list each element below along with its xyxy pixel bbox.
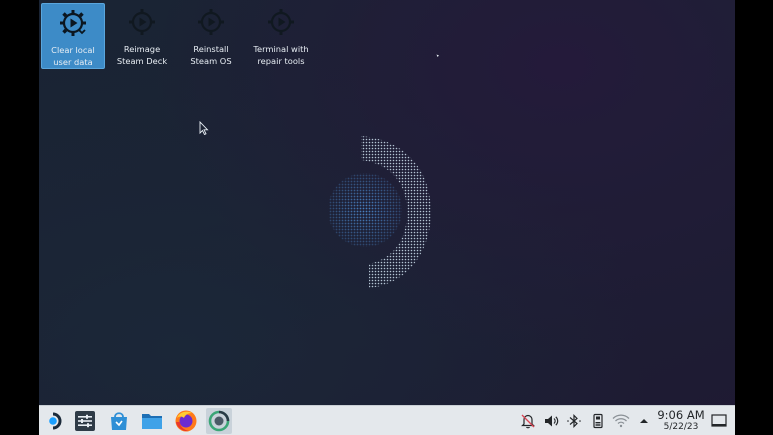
clock-date: 5/22/23 [663,422,699,432]
desktop-icon-reinstall-steam-os[interactable]: Reinstall Steam OS [179,3,243,69]
storage-icon [593,413,603,429]
left-letterbox [0,0,39,435]
volume-icon [545,415,559,427]
desktop-icon-clear-local-user-data[interactable]: Clear local user data [41,3,105,69]
steam-deck-logo-icon [49,412,62,430]
tray-notifications[interactable] [519,412,537,430]
taskbar-recovery-tool[interactable] [206,408,232,434]
desktop-icon-label: Clear local user data [51,45,95,67]
taskbar-firefox[interactable] [173,408,199,434]
desktop-icon-terminal-with-repair-tools[interactable]: Terminal with repair tools [249,3,313,69]
desktop-icon-label: Reimage Steam Deck [116,44,168,66]
application-launcher-button[interactable] [42,408,68,434]
taskbar-discover-store[interactable] [106,408,132,434]
tray-wifi[interactable] [612,412,630,430]
discover-store-icon [111,412,127,430]
file-manager-icon [142,414,162,429]
bluetooth-icon [567,414,581,428]
desktop-icon-label: Reinstall Steam OS [190,44,232,66]
recovery-gear-icon [129,9,155,35]
taskbar-system-settings[interactable] [72,408,98,434]
recovery-tool-icon [208,410,230,432]
desktop-icon-reimage-steam-deck[interactable]: Reimage Steam Deck [110,3,174,69]
recovery-gear-icon [198,9,224,35]
taskbar: 9:06 AM 5/22/23 [39,405,735,435]
system-settings-icon [75,411,95,431]
mouse-cursor-dot-icon [436,54,439,57]
show-desktop-button[interactable] [710,412,728,430]
tray-storage[interactable] [589,412,607,430]
mouse-cursor-icon [199,121,209,135]
clock-time: 9:06 AM [657,408,705,422]
tray-volume[interactable] [542,412,560,430]
firefox-icon [175,410,197,432]
tray-expand-button[interactable] [635,412,653,430]
recovery-gear-icon [60,10,86,36]
desktop[interactable]: Clear local user data Reimage Steam Deck… [39,0,735,435]
tray-expand-icon [640,419,648,423]
taskbar-file-manager[interactable] [139,408,165,434]
desktop-icon-label: Terminal with repair tools [253,44,309,66]
digital-clock[interactable]: 9:06 AM 5/22/23 [653,409,709,433]
right-letterbox [735,0,773,435]
wifi-icon [612,414,630,428]
steam-deck-logo-icon [329,132,439,292]
tray-bluetooth[interactable] [565,412,583,430]
recovery-gear-icon [268,9,294,35]
show-desktop-icon [711,414,727,427]
notifications-muted-icon [521,414,535,429]
